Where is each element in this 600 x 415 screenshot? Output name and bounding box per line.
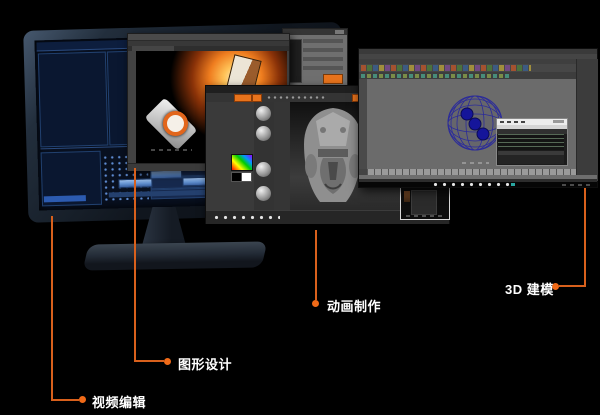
dialog-accept-button[interactable]: [323, 74, 343, 84]
maya-shelf[interactable]: [359, 64, 597, 72]
stroke-alpha-column: [274, 102, 291, 210]
viewport-camera-label: [459, 161, 489, 165]
callout-line-video-editing: [51, 399, 79, 401]
callout-line-modeling: [559, 285, 586, 287]
settings-dialog-window[interactable]: [282, 28, 348, 90]
logo-badge: [163, 111, 188, 136]
bottom-bar-icons[interactable]: [210, 214, 280, 221]
zbrush-popup-panel[interactable]: [400, 187, 450, 220]
project-list-panel[interactable]: [37, 51, 109, 148]
popup-status-row: [403, 214, 445, 218]
taskbar-icons[interactable]: [429, 182, 509, 187]
toolbar-icons: [266, 94, 326, 100]
channel-box-panel[interactable]: [576, 59, 598, 181]
script-output-area[interactable]: [498, 134, 564, 150]
dialog-window-buttons[interactable]: [553, 120, 564, 123]
material-sphere-column: [254, 102, 275, 210]
shelf-icons[interactable]: [361, 65, 531, 71]
bullet-dot: [79, 396, 86, 403]
material-sphere[interactable]: [256, 126, 271, 141]
callout-line-graphic-design: [134, 168, 136, 362]
bullet-dot: [312, 300, 319, 307]
modeling-window[interactable]: [358, 48, 598, 188]
tool-palette[interactable]: [206, 102, 255, 210]
material-sphere[interactable]: [256, 186, 271, 201]
callout-line-modeling: [584, 188, 586, 287]
color-picker[interactable]: [231, 154, 253, 171]
bullet-dot: [164, 358, 171, 365]
label-3d-modeling: 3D 建模: [505, 282, 554, 297]
active-tool-button[interactable]: [234, 94, 252, 102]
secondary-color-swatch[interactable]: [241, 172, 252, 182]
dialog-control-rows[interactable]: [303, 39, 343, 73]
toolbar-icons[interactable]: [361, 74, 511, 78]
selected-row: [43, 195, 86, 203]
windows-taskbar[interactable]: [359, 182, 597, 187]
taskbar-app-icon[interactable]: [511, 183, 515, 186]
label-animation: 动画制作: [327, 299, 382, 314]
label-graphic-design: 图形设计: [178, 357, 233, 372]
script-input-area[interactable]: [498, 155, 564, 164]
callout-line-animation: [315, 230, 317, 300]
popup-thumbnail: [404, 191, 410, 202]
dialog-preview-strip: [288, 39, 302, 83]
system-tray: [559, 183, 593, 186]
popup-menu[interactable]: [411, 190, 437, 215]
callout-line-video-editing: [51, 216, 53, 400]
script-editor-dialog[interactable]: [496, 118, 568, 166]
maya-viewport[interactable]: [367, 79, 576, 169]
monitor-stand-base: [82, 241, 268, 271]
caption-text-left: [148, 147, 192, 152]
label-video-editing: 视频编辑: [92, 395, 147, 410]
callout-line-graphic-design: [134, 360, 164, 362]
material-sphere[interactable]: [256, 162, 271, 177]
active-tool-button[interactable]: [252, 94, 262, 102]
material-sphere[interactable]: [256, 106, 271, 121]
dialog-window-buttons[interactable]: [335, 30, 344, 34]
